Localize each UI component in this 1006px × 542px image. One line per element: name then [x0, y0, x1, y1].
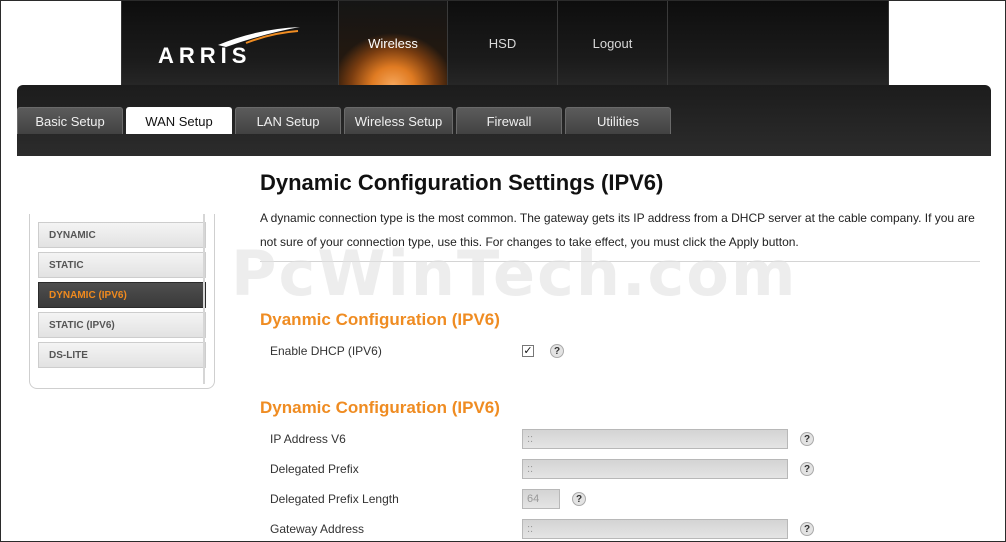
row-ip-address-v6: IP Address V6 :: ?: [270, 428, 870, 450]
tab-firewall[interactable]: Firewall: [456, 107, 562, 134]
help-icon[interactable]: ?: [572, 492, 586, 506]
row-gateway-address: Gateway Address :: ?: [270, 518, 870, 540]
sidebar-item-ds-lite[interactable]: DS-LITE: [38, 342, 206, 368]
tab-utilities[interactable]: Utilities: [565, 107, 671, 134]
logo-text: ARRIS: [158, 43, 252, 68]
ip-address-v6-field: ::: [522, 429, 788, 449]
content-area: DYNAMIC STATIC DYNAMIC (IPV6) STATIC (IP…: [17, 156, 991, 541]
row-enable-dhcp: Enable DHCP (IPV6) ✓ ?: [270, 340, 870, 362]
help-icon[interactable]: ?: [550, 344, 564, 358]
topnav-logout[interactable]: Logout: [558, 1, 668, 85]
sidebar-item-dynamic-ipv6[interactable]: DYNAMIC (IPV6): [38, 282, 206, 308]
sidebar-item-static[interactable]: STATIC: [38, 252, 206, 278]
ip-address-v6-label: IP Address V6: [270, 432, 346, 446]
tab-basic-setup[interactable]: Basic Setup: [17, 107, 123, 134]
page-description: A dynamic connection type is the most co…: [260, 211, 975, 249]
sidebar-item-static-ipv6[interactable]: STATIC (IPV6): [38, 312, 206, 338]
delegated-prefix-length-field: 64: [522, 489, 560, 509]
tab-wan-setup[interactable]: WAN Setup: [126, 107, 232, 134]
gateway-address-label: Gateway Address: [270, 522, 365, 536]
help-icon[interactable]: ?: [800, 522, 814, 536]
sidebar-item-dynamic[interactable]: DYNAMIC: [38, 222, 206, 248]
section-title-dhcp: Dyanmic Configuration (IPV6): [260, 310, 500, 329]
help-icon[interactable]: ?: [800, 462, 814, 476]
main-panel: Dynamic Configuration Settings (IPV6) A …: [260, 156, 980, 541]
divider: [260, 261, 980, 262]
row-delegated-prefix: Delegated Prefix :: ?: [270, 458, 870, 480]
sidebar-scrollbar[interactable]: [203, 214, 205, 384]
top-nav: Wireless HSD Logout: [338, 1, 668, 85]
section-title-config: Dynamic Configuration (IPV6): [260, 398, 500, 417]
router-admin-window: ARRIS Wireless HSD Logout Basic Setup WA…: [0, 0, 1006, 542]
tab-lan-setup[interactable]: LAN Setup: [235, 107, 341, 134]
tab-wireless-setup[interactable]: Wireless Setup: [344, 107, 453, 134]
delegated-prefix-field: ::: [522, 459, 788, 479]
delegated-prefix-label: Delegated Prefix: [270, 462, 359, 476]
topnav-wireless[interactable]: Wireless: [338, 1, 448, 85]
tab-bar: Basic Setup WAN Setup LAN Setup Wireless…: [17, 85, 991, 156]
top-header: ARRIS Wireless HSD Logout: [121, 1, 889, 85]
enable-dhcp-label: Enable DHCP (IPV6): [270, 344, 382, 358]
gateway-address-field: ::: [522, 519, 788, 539]
enable-dhcp-checkbox[interactable]: ✓: [522, 345, 534, 357]
sidebar: DYNAMIC STATIC DYNAMIC (IPV6) STATIC (IP…: [29, 214, 215, 389]
row-delegated-prefix-length: Delegated Prefix Length 64 ?: [270, 488, 870, 510]
delegated-prefix-length-label: Delegated Prefix Length: [270, 492, 399, 506]
topnav-hsd[interactable]: HSD: [448, 1, 558, 85]
help-icon[interactable]: ?: [800, 432, 814, 446]
arris-logo: ARRIS: [158, 25, 300, 68]
page-title: Dynamic Configuration Settings (IPV6): [260, 170, 664, 195]
